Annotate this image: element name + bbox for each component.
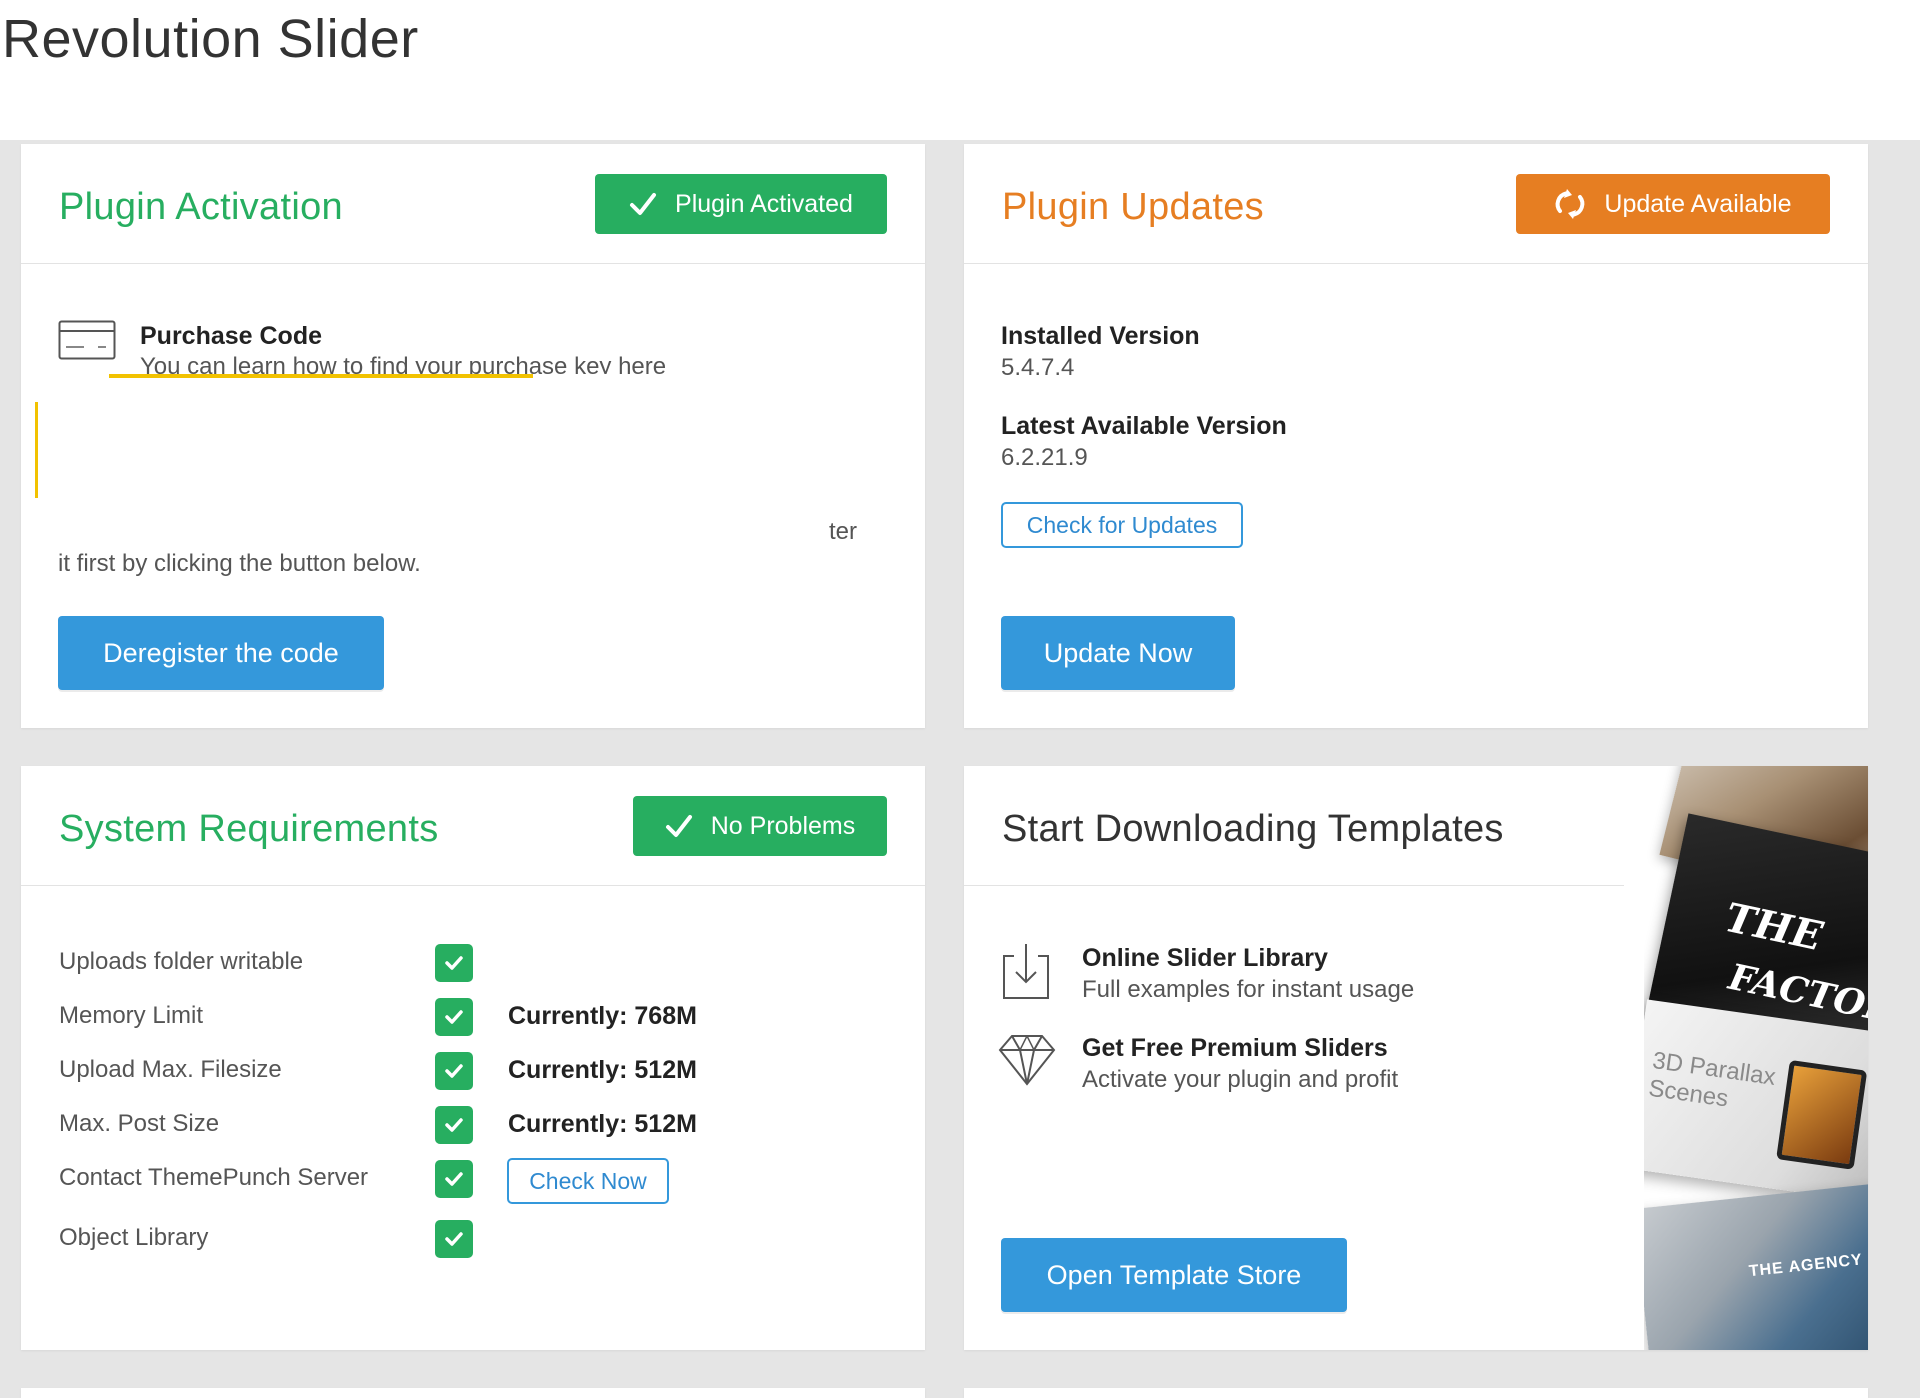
deregister-button[interactable]: Deregister the code xyxy=(58,616,384,690)
requirement-label: Uploads folder writable xyxy=(59,948,304,975)
check-icon xyxy=(435,1220,473,1258)
purchase-key-link[interactable]: You can learn how to find your purchase … xyxy=(140,352,666,374)
badge-label: No Problems xyxy=(710,811,856,840)
card-title: System Requirements xyxy=(59,808,439,850)
requirement-value: Currently: 512M xyxy=(508,1110,697,1138)
requirement-value: Currently: 768M xyxy=(508,1002,697,1030)
deregister-note: it first by clicking the button below. xyxy=(58,550,421,577)
card-title: Start Downloading Templates xyxy=(1002,808,1504,850)
open-template-store-button[interactable]: Open Template Store xyxy=(1001,1238,1347,1312)
template-item-title: Online Slider Library xyxy=(1082,944,1328,972)
requirement-label: Memory Limit xyxy=(59,1002,204,1029)
template-item-subtitle: Activate your plugin and profit xyxy=(1082,1066,1399,1093)
collage-text: THE xyxy=(1720,893,1827,961)
highlight-bar xyxy=(35,402,38,498)
templates-card: Start Downloading Templates Online Slide… xyxy=(964,766,1868,1350)
next-card-right xyxy=(964,1388,1868,1398)
refresh-icon xyxy=(1556,189,1585,219)
check-icon xyxy=(435,1106,473,1144)
check-now-button[interactable]: Check Now xyxy=(507,1158,669,1204)
badge-label: Plugin Activated xyxy=(675,189,853,218)
template-collage: THE FACTOR 3D Parallax Scenes THE AGENCY xyxy=(1644,766,1868,1350)
requirement-label: Object Library xyxy=(59,1224,209,1251)
requirement-label: Max. Post Size xyxy=(59,1110,220,1137)
credit-card-icon xyxy=(58,320,116,360)
card-header: Plugin Activation Plugin Activated xyxy=(21,144,925,264)
card-title: Plugin Activation xyxy=(59,186,343,228)
latest-version-value: 6.2.21.9 xyxy=(1001,444,1088,471)
update-available-badge: Update Available xyxy=(1516,174,1830,234)
card-header: System Requirements No Problems xyxy=(21,766,925,886)
plugin-activated-badge: Plugin Activated xyxy=(595,174,887,234)
card-title: Plugin Updates xyxy=(1002,186,1264,228)
page-title: Revolution Slider xyxy=(2,9,419,69)
purchase-code-label: Purchase Code xyxy=(140,322,323,350)
diamond-icon xyxy=(998,1035,1056,1086)
template-item-title: Get Free Premium Sliders xyxy=(1082,1034,1388,1062)
check-icon xyxy=(435,1052,473,1090)
system-requirements-card: System Requirements No Problems Uploads … xyxy=(21,766,925,1350)
highlight-underline xyxy=(109,374,533,378)
badge-label: Update Available xyxy=(1604,189,1792,218)
plugin-activation-card: Plugin Activation Plugin Activated Purch… xyxy=(21,144,925,728)
template-item-subtitle: Full examples for instant usage xyxy=(1082,976,1415,1003)
no-problems-badge: No Problems xyxy=(633,796,887,856)
collage-card-light: 3D Parallax Scenes xyxy=(1644,999,1868,1203)
requirement-value: Currently: 512M xyxy=(508,1056,697,1084)
checkmark-icon xyxy=(630,193,657,215)
collage-text: THE AGENCY xyxy=(1748,1251,1864,1281)
fragment-text: ter xyxy=(829,518,858,545)
check-icon xyxy=(435,1160,473,1198)
requirement-label: Upload Max. Filesize xyxy=(59,1056,282,1083)
plugin-updates-card: Plugin Updates Update Available Installe… xyxy=(964,144,1868,728)
latest-version-label: Latest Available Version xyxy=(1001,412,1287,440)
collage-card-agency: THE AGENCY xyxy=(1644,1183,1868,1350)
update-now-button[interactable]: Update Now xyxy=(1001,616,1235,690)
installed-version-value: 5.4.7.4 xyxy=(1001,354,1075,381)
card-header: Start Downloading Templates xyxy=(964,766,1624,886)
next-card-left xyxy=(21,1388,925,1398)
purchase-hint-clip: You can learn how to find your purchase … xyxy=(140,352,840,374)
installed-version-label: Installed Version xyxy=(1001,322,1200,350)
download-icon xyxy=(1003,944,1049,999)
checkmark-icon xyxy=(665,815,692,837)
check-for-updates-button[interactable]: Check for Updates xyxy=(1001,502,1243,548)
collage-device xyxy=(1776,1059,1868,1170)
requirement-label: Contact ThemePunch Server xyxy=(59,1164,369,1191)
card-header: Plugin Updates Update Available xyxy=(964,144,1868,264)
check-icon xyxy=(435,998,473,1036)
check-icon xyxy=(435,944,473,982)
